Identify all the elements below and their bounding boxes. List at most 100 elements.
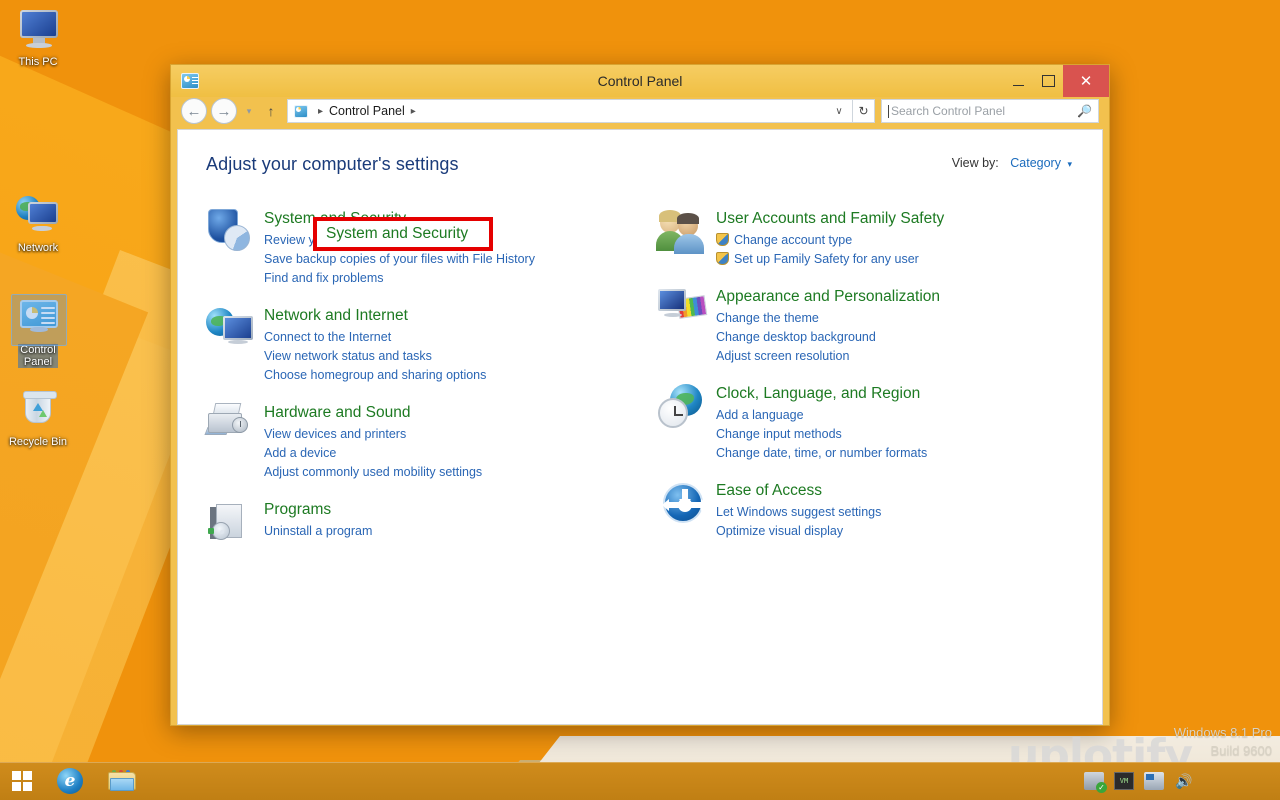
category-link[interactable]: Add a device (264, 444, 482, 463)
desktop-icon-recycle-bin[interactable]: Recycle Bin (0, 388, 76, 448)
category-link[interactable]: Change date, time, or number formats (716, 444, 927, 463)
taskbar-item-file-explorer[interactable] (96, 762, 148, 800)
address-bar[interactable]: ▸ Control Panel ▸ ∨ (287, 99, 853, 123)
printer-icon (204, 401, 264, 455)
category-appearance-and-personalization[interactable]: Appearance and Personalization Change th… (658, 285, 1074, 366)
text-caret (888, 104, 889, 118)
breadcrumb-separator[interactable]: ▸ (411, 106, 416, 117)
forward-button[interactable]: → (211, 98, 237, 124)
page-title: Adjust your computer's settings (206, 154, 459, 174)
category-link[interactable]: Change the theme (716, 309, 940, 328)
shield-icon (716, 233, 729, 246)
category-link[interactable]: Change input methods (716, 425, 927, 444)
category-ease-of-access[interactable]: Ease of Access Let Windows suggest setti… (658, 479, 1074, 541)
desktop[interactable]: This PC Network Control Panel Recycle Bin (0, 0, 1280, 800)
category-title[interactable]: Hardware and Sound (264, 403, 482, 422)
right-category-column: User Accounts and Family Safety Change a… (640, 207, 1074, 568)
computer-icon (14, 8, 62, 54)
users-icon (656, 207, 716, 261)
control-panel-window[interactable]: Control Panel ✕ ← → ▾ ↑ ▸ Control Panel … (170, 64, 1110, 726)
category-title[interactable]: Appearance and Personalization (716, 287, 940, 306)
category-link[interactable]: Optimize visual display (716, 522, 881, 541)
category-user-accounts-and-family-safety[interactable]: User Accounts and Family Safety Change a… (656, 207, 1074, 269)
recent-locations-icon[interactable]: ▾ (241, 106, 257, 117)
search-input[interactable]: Search Control Panel 🔍 (881, 99, 1099, 123)
search-placeholder: Search Control Panel (891, 104, 1006, 118)
desktop-icon-label: Control Panel (18, 344, 58, 368)
category-link[interactable]: Uninstall a program (264, 522, 372, 541)
desktop-icon-label: This PC (18, 56, 58, 68)
category-link[interactable]: Set up Family Safety for any user (716, 250, 944, 269)
desktop-icon-network[interactable]: Network (0, 194, 76, 254)
clock-globe-icon (658, 382, 716, 436)
desktop-icon-label: Recycle Bin (8, 436, 68, 448)
appearance-icon (658, 285, 716, 339)
navigation-toolbar[interactable]: ← → ▾ ↑ ▸ Control Panel ▸ ∨ ↻ Search Con… (177, 97, 1103, 129)
category-link[interactable]: Find and fix problems (264, 269, 535, 288)
volume-icon[interactable]: 🔊 (1174, 772, 1194, 790)
up-button[interactable]: ↑ (261, 103, 281, 119)
category-link[interactable]: Adjust commonly used mobility settings (264, 463, 482, 482)
desktop-icon-label: Network (17, 242, 59, 254)
category-programs[interactable]: Programs Uninstall a program (206, 498, 640, 552)
minimize-button[interactable] (1003, 65, 1033, 97)
internet-explorer-icon: e (57, 768, 83, 794)
recycle-bin-icon (14, 388, 62, 434)
maximize-button[interactable] (1033, 65, 1063, 97)
category-link[interactable]: Adjust screen resolution (716, 347, 940, 366)
category-network-and-internet[interactable]: Network and Internet Connect to the Inte… (206, 304, 640, 385)
chevron-down-icon[interactable]: ∨ (830, 106, 848, 117)
category-link[interactable]: Change desktop background (716, 328, 940, 347)
category-link[interactable]: View network status and tasks (264, 347, 486, 366)
network-tray-icon[interactable] (1144, 772, 1164, 790)
category-title[interactable]: Network and Internet (264, 306, 486, 325)
vm-tools-icon[interactable]: VM (1114, 772, 1134, 790)
breadcrumb-control-panel[interactable]: Control Panel (329, 104, 405, 118)
shield-pie-icon (206, 207, 264, 261)
search-icon: 🔍 (1077, 104, 1092, 118)
view-by-label: View by: (951, 156, 999, 170)
close-button[interactable]: ✕ (1063, 65, 1109, 97)
category-title[interactable]: User Accounts and Family Safety (716, 209, 944, 228)
category-link[interactable]: Add a language (716, 406, 927, 425)
refresh-button[interactable]: ↻ (853, 99, 875, 123)
left-category-column: System and Security Review your computer… (204, 207, 640, 568)
category-link[interactable]: Let Windows suggest settings (716, 503, 881, 522)
chevron-down-icon[interactable]: ▾ (1067, 159, 1072, 169)
category-link[interactable]: Choose homegroup and sharing options (264, 366, 486, 385)
category-title[interactable]: Programs (264, 500, 372, 519)
category-hardware-and-sound[interactable]: Hardware and Sound View devices and prin… (204, 401, 640, 482)
category-link[interactable]: View devices and printers (264, 425, 482, 444)
category-link[interactable]: Change account type (716, 231, 944, 250)
view-by-value[interactable]: Category (1010, 156, 1061, 170)
highlight-label: System and Security (326, 225, 469, 242)
network-globe-icon (206, 304, 264, 358)
category-title[interactable]: Ease of Access (716, 481, 881, 500)
desktop-icon-control-panel[interactable]: Control Panel (0, 294, 76, 370)
ease-of-access-icon (658, 479, 716, 533)
category-clock-language-and-region[interactable]: Clock, Language, and Region Add a langua… (658, 382, 1074, 463)
programs-box-icon (206, 498, 264, 552)
highlight-box-system-and-security: System and Security (313, 217, 493, 251)
system-tray[interactable]: VM 🔊 (1084, 762, 1194, 800)
file-explorer-icon (108, 770, 136, 792)
control-panel-icon (181, 73, 199, 89)
window-controls[interactable]: ✕ (1003, 65, 1109, 97)
category-title[interactable]: Clock, Language, and Region (716, 384, 927, 403)
windows-logo-icon (12, 771, 32, 791)
category-link[interactable]: Connect to the Internet (264, 328, 486, 347)
wallpaper-band-mid (0, 200, 149, 800)
start-button[interactable] (0, 762, 44, 800)
category-link[interactable]: Save backup copies of your files with Fi… (264, 250, 535, 269)
breadcrumb-separator: ▸ (318, 105, 324, 117)
back-button[interactable]: ← (181, 98, 207, 124)
window-title-bar[interactable]: Control Panel ✕ (171, 65, 1109, 97)
control-panel-icon (11, 294, 67, 346)
taskbar-item-internet-explorer[interactable]: e (44, 762, 96, 800)
desktop-icon-this-pc[interactable]: This PC (0, 8, 76, 68)
view-by-control[interactable]: View by: Category ▾ (952, 156, 1072, 170)
shield-icon (716, 252, 729, 265)
network-icon (14, 194, 62, 240)
action-center-icon[interactable] (1084, 772, 1107, 793)
window-title: Control Panel (597, 73, 683, 89)
